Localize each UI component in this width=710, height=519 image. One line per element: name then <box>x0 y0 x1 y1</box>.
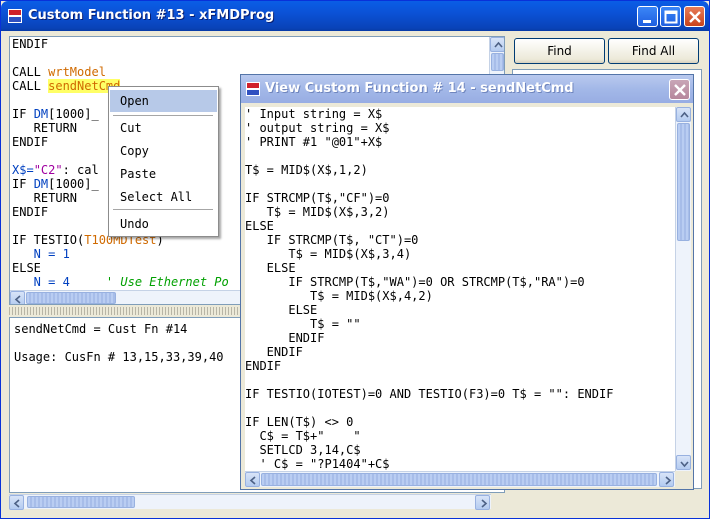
code-token: [1000]_ <box>48 107 99 121</box>
scroll-thumb[interactable] <box>677 123 690 241</box>
code-token: ENDIF <box>12 37 49 51</box>
scroll-left-button[interactable] <box>9 495 24 510</box>
code-token: CALL <box>12 65 49 79</box>
scroll-left-button[interactable] <box>10 291 25 304</box>
code-line[interactable]: ELSE <box>12 261 229 275</box>
code-line[interactable]: IF TESTIO(IOTEST)=0 AND TESTIO(F3)=0 T$ … <box>245 387 613 401</box>
search-buttons: Find Find All <box>512 36 702 68</box>
code-token: ENDIF <box>12 135 49 149</box>
window-title: Custom Function #13 - xFMDProg <box>28 8 275 23</box>
code-token: [1000]_ <box>48 177 99 191</box>
code-token: RETURN <box>12 121 78 135</box>
code-line[interactable]: IF LEN(T$) <> 0 <box>245 415 613 429</box>
scroll-up-button[interactable] <box>676 107 691 122</box>
scroll-thumb[interactable] <box>491 53 504 71</box>
code-token: IF TESTIO( <box>12 233 85 247</box>
app-icon <box>246 82 260 96</box>
dialog-title-bar[interactable]: View Custom Function # 14 - sendNetCmd <box>241 75 693 103</box>
code-line[interactable]: CALL wrtModel <box>12 65 229 79</box>
code-line[interactable] <box>245 401 613 415</box>
scroll-right-button[interactable] <box>659 472 674 487</box>
code-line[interactable]: SETLCD 3,14,C$ <box>245 443 613 457</box>
code-line[interactable]: ELSE <box>245 261 613 275</box>
code-line[interactable]: ENDIF <box>245 345 613 359</box>
dialog-code-view[interactable]: ' Input string = X$ ' output string = X$ '… <box>245 107 675 471</box>
code-line[interactable]: T$ = "" <box>245 317 613 331</box>
code-token: RETURN <box>12 191 78 205</box>
scroll-thumb[interactable] <box>26 292 116 304</box>
menu-item-paste[interactable]: Paste <box>110 163 217 185</box>
scroll-down-button[interactable] <box>676 455 691 470</box>
code-line[interactable]: T$ = MID$(X$,1,2) <box>245 163 613 177</box>
code-line[interactable]: N = 1 <box>12 247 229 261</box>
code-line[interactable]: T$ = MID$(X$,4,2) <box>245 289 613 303</box>
code-line[interactable]: T$ = MID$(X$,3,2) <box>245 205 613 219</box>
scroll-up-button[interactable] <box>490 37 504 52</box>
menu-item-select-all[interactable]: Select All <box>110 186 217 208</box>
code-line[interactable]: N = 4 ' Use Ethernet Po <box>12 275 229 289</box>
dialog-title: View Custom Function # 14 - sendNetCmd <box>265 81 574 96</box>
code-token: DM <box>33 177 49 191</box>
dialog-vertical-scrollbar[interactable] <box>675 107 691 471</box>
code-line[interactable]: IF STRCMP(T$,"CF")=0 <box>245 191 613 205</box>
code-line[interactable] <box>245 149 613 163</box>
info-horizontal-scrollbar[interactable] <box>9 494 491 510</box>
code-token: CALL <box>12 79 49 93</box>
scroll-thumb[interactable] <box>261 473 657 486</box>
code-line[interactable]: C$ = T$+" " <box>245 429 613 443</box>
minimize-button[interactable] <box>637 6 658 27</box>
code-line[interactable]: ENDIF <box>245 359 613 373</box>
code-token: N = 1 <box>12 247 70 261</box>
dialog-close-button[interactable] <box>669 79 690 100</box>
menu-item-open[interactable]: Open <box>110 90 217 112</box>
code-token: : cal <box>62 163 99 177</box>
code-token: X$= <box>12 163 34 177</box>
scroll-right-button[interactable] <box>475 495 490 510</box>
menu-separator <box>113 115 213 116</box>
code-token: IF <box>12 177 34 191</box>
code-line[interactable] <box>245 373 613 387</box>
code-token: ' Use Ethernet Po <box>105 275 229 289</box>
code-line[interactable] <box>245 177 613 191</box>
menu-separator <box>113 209 213 210</box>
code-line[interactable]: IF STRCMP(T$,"WA")=0 OR STRCMP(T$,"RA")=… <box>245 275 613 289</box>
find-all-button[interactable]: Find All <box>608 38 699 64</box>
code-line[interactable]: ' output string = X$ <box>245 121 613 135</box>
info-function-name: sendNetCmd = Cust Fn #14 <box>14 322 188 336</box>
code-token: "C2" <box>33 163 63 177</box>
title-bar[interactable]: Custom Function #13 - xFMDProg <box>1 1 709 31</box>
scroll-thumb[interactable] <box>27 496 135 508</box>
code-line[interactable]: ELSE <box>245 303 613 317</box>
view-custom-function-dialog: View Custom Function # 14 - sendNetCmd '… <box>240 74 694 490</box>
code-token: N = 4 <box>12 275 106 289</box>
menu-item-copy[interactable]: Copy <box>110 140 217 162</box>
code-line[interactable]: ENDIF <box>12 37 229 51</box>
context-menu: Open Cut Copy Paste Select All Undo <box>108 86 219 237</box>
maximize-button[interactable] <box>660 6 681 27</box>
code-line[interactable]: T$ = MID$(X$,3,4) <box>245 247 613 261</box>
code-line[interactable]: ' PRINT #1 "@01"+X$ <box>245 135 613 149</box>
code-token: ELSE <box>12 261 41 275</box>
code-line[interactable]: IF STRCMP(T$, "CT")=0 <box>245 233 613 247</box>
code-token: IF <box>12 107 34 121</box>
code-line[interactable] <box>12 51 229 65</box>
code-token: wrtModel <box>48 65 106 79</box>
code-token: ENDIF <box>12 205 49 219</box>
code-token: DM <box>33 107 49 121</box>
menu-item-undo[interactable]: Undo <box>110 213 217 235</box>
close-button[interactable] <box>684 6 705 27</box>
code-line[interactable]: ' C$ = "?P1404"+C$ <box>245 457 613 471</box>
dialog-code-text[interactable]: ' Input string = X$ ' output string = X$ '… <box>245 107 613 471</box>
scroll-left-button[interactable] <box>245 472 260 487</box>
find-button[interactable]: Find <box>514 38 605 64</box>
code-line[interactable]: ' Input string = X$ <box>245 107 613 121</box>
dialog-horizontal-scrollbar[interactable] <box>245 471 675 487</box>
app-icon <box>8 9 22 23</box>
info-usage: Usage: CusFn # 13,15,33,39,40 <box>14 350 224 364</box>
code-line[interactable]: ELSE <box>245 219 613 233</box>
code-line[interactable]: ENDIF <box>245 331 613 345</box>
menu-item-cut[interactable]: Cut <box>110 117 217 139</box>
